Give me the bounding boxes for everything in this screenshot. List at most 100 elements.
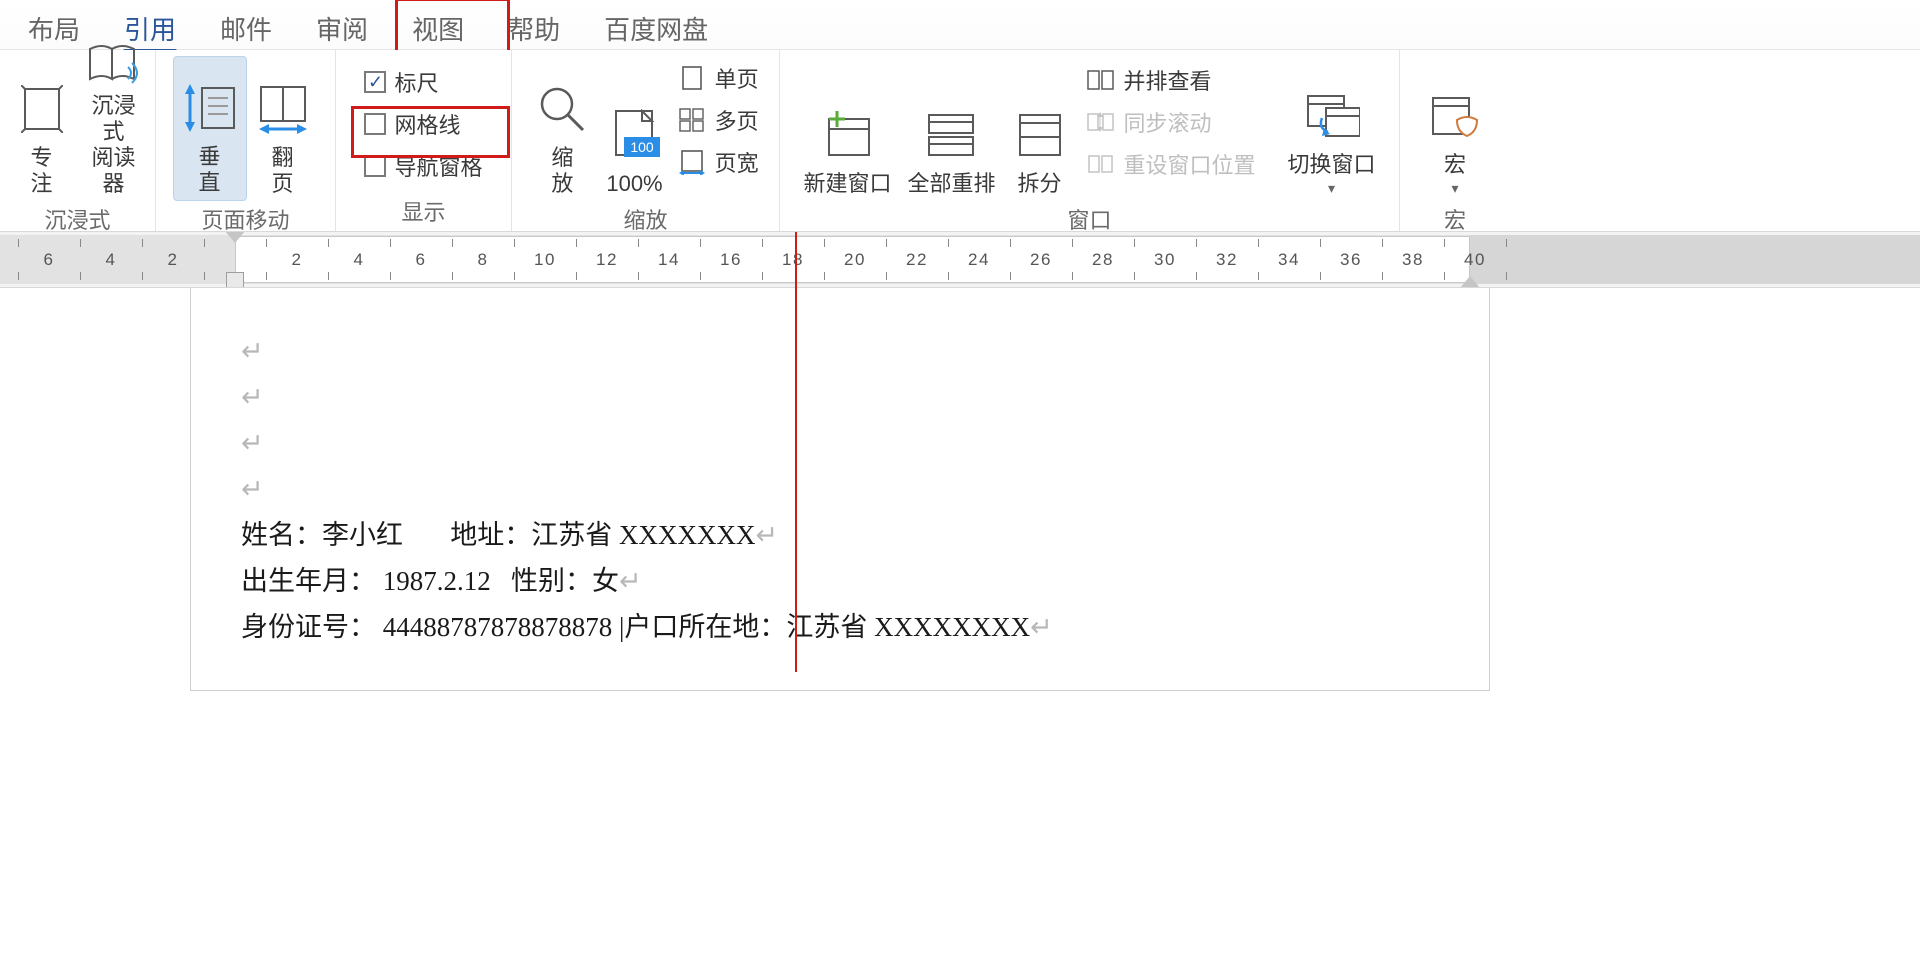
group-show: ✓ 标尺 网格线 导航窗格 显示 (336, 50, 512, 231)
page-width-button[interactable]: 页宽 (677, 146, 759, 178)
side-by-side-icon (1086, 67, 1116, 93)
flip-page-button[interactable]: 翻 页 (247, 56, 319, 201)
vertical-page-icon (182, 80, 238, 136)
immersive-reader-button[interactable]: 沉浸式 阅读器 (78, 56, 150, 201)
vertical-scroll-label: 垂 直 (198, 144, 220, 196)
reset-pos-icon (1086, 151, 1116, 177)
book-sound-icon (86, 41, 142, 85)
ruler-number: 6 (44, 250, 55, 270)
tab-help[interactable]: 帮助 (486, 0, 582, 55)
text-line[interactable]: 出生年月： 1987.2.12 性别：女↵ (241, 558, 1439, 604)
document-area: ↵↵↵↵姓名：李小红 地址：江苏省 XXXXXXX↵出生年月： 1987.2.1… (0, 288, 1920, 980)
multi-page-icon (677, 107, 707, 133)
ruler-number: 10 (534, 250, 556, 270)
group-immersive: 专 注 沉浸式 阅读器 沉浸式 (0, 50, 156, 231)
ruler-number: 4 (106, 250, 117, 270)
ruler-number: 30 (1154, 250, 1176, 270)
zoom-100-label: 100% (606, 171, 662, 197)
ruler-number: 16 (720, 250, 742, 270)
chevron-down-icon: ▾ (1451, 180, 1458, 197)
flip-page-icon (255, 81, 311, 137)
macros-button[interactable]: 宏 ▾ (1419, 56, 1491, 201)
focus-icon (14, 81, 70, 137)
document-page[interactable]: ↵↵↵↵姓名：李小红 地址：江苏省 XXXXXXX↵出生年月： 1987.2.1… (190, 288, 1490, 691)
vertical-scroll-button[interactable]: 垂 直 (173, 56, 247, 201)
ruler-number: 14 (658, 250, 680, 270)
page-width-icon (677, 149, 707, 175)
magnifier-icon (534, 81, 590, 137)
new-window-icon (819, 107, 875, 163)
text-line[interactable]: 身份证号： 44488787878878878 |户口所在地：江苏省 XXXXX… (241, 604, 1439, 650)
ribbon-tab-bar: 布局 引用 邮件 审阅 视图 帮助 百度网盘 (0, 0, 1920, 50)
split-icon (1012, 107, 1068, 163)
sync-scroll-label: 同步滚动 (1124, 106, 1212, 138)
ruler-number: 36 (1340, 250, 1362, 270)
text-line[interactable]: ↵ (241, 420, 1439, 466)
tab-baidu-netdisk[interactable]: 百度网盘 (582, 0, 730, 55)
gridlines-checkbox[interactable]: 网格线 (364, 108, 482, 140)
sync-scroll-button: 同步滚动 (1086, 106, 1256, 138)
side-by-side-button[interactable]: 并排查看 (1086, 64, 1256, 96)
macros-icon (1427, 88, 1483, 144)
split-button[interactable]: 拆分 (1004, 56, 1076, 201)
svg-text:100: 100 (631, 139, 655, 155)
group-macros: 宏 ▾ 宏 (1400, 50, 1510, 231)
chevron-down-icon: ▾ (1328, 180, 1335, 197)
switch-windows-button[interactable]: 切换窗口 ▾ (1280, 56, 1384, 201)
ruler-number: 2 (292, 250, 303, 270)
sync-scroll-icon (1086, 109, 1116, 135)
reset-pos-label: 重设窗口位置 (1124, 148, 1256, 180)
zoom-button[interactable]: 缩 放 (526, 56, 598, 201)
split-label: 拆分 (1017, 171, 1061, 197)
flip-page-label: 翻 页 (271, 145, 293, 197)
switch-windows-icon (1304, 88, 1360, 144)
one-page-button[interactable]: 单页 (677, 62, 759, 94)
ruler-number: 32 (1216, 250, 1238, 270)
ruler-checkbox[interactable]: ✓ 标尺 (364, 66, 482, 98)
ruler-number: 34 (1278, 250, 1300, 270)
ruler-number: 4 (354, 250, 365, 270)
arrange-all-button[interactable]: 全部重排 (899, 56, 1003, 201)
zoom-100-icon: 100 (606, 107, 662, 163)
macros-label: 宏 (1444, 152, 1466, 178)
ruler-number: 40 (1464, 250, 1486, 270)
ruler-number: 26 (1030, 250, 1052, 270)
text-line[interactable]: ↵ (241, 466, 1439, 512)
ruler-number: 28 (1092, 250, 1114, 270)
ruler-number: 12 (596, 250, 618, 270)
hanging-indent-marker[interactable] (226, 272, 244, 288)
tab-review[interactable]: 审阅 (294, 0, 390, 55)
zoom-label: 缩 放 (551, 145, 573, 197)
ruler-ticks: 642246810121416182022242628303234363840 (0, 232, 1920, 287)
ruler-number: 6 (416, 250, 427, 270)
horizontal-ruler[interactable]: 642246810121416182022242628303234363840 (0, 232, 1920, 288)
nav-pane-checkbox[interactable]: 导航窗格 (364, 150, 482, 182)
multi-page-button[interactable]: 多页 (677, 104, 759, 136)
ruler-number: 20 (844, 250, 866, 270)
text-line[interactable]: ↵ (241, 374, 1439, 420)
new-window-button[interactable]: 新建窗口 (795, 56, 899, 201)
one-page-icon (677, 65, 707, 91)
text-line[interactable]: 姓名：李小红 地址：江苏省 XXXXXXX↵ (241, 512, 1439, 558)
tab-view[interactable]: 视图 (390, 0, 486, 55)
right-indent-marker[interactable] (1460, 276, 1480, 288)
ruler-number: 38 (1402, 250, 1424, 270)
nav-pane-checkbox-label: 导航窗格 (394, 150, 482, 182)
zoom-100-button[interactable]: 100 100% (598, 56, 670, 201)
new-window-label: 新建窗口 (803, 171, 891, 197)
focus-mode-button[interactable]: 专 注 (6, 56, 78, 201)
checkbox-icon: ✓ (364, 71, 386, 93)
group-zoom: 缩 放 100 100% 单页 多页 (512, 50, 780, 231)
group-show-label: 显示 (344, 193, 503, 229)
tab-mailings[interactable]: 邮件 (198, 0, 294, 55)
immersive-reader-label: 沉浸式 阅读器 (86, 93, 142, 197)
group-page-move: 垂 直 翻 页 页面移动 (156, 50, 336, 231)
multi-page-label: 多页 (715, 104, 759, 136)
ruler-number: 18 (782, 250, 804, 270)
ruler-number: 24 (968, 250, 990, 270)
reset-window-pos-button: 重设窗口位置 (1086, 148, 1256, 180)
text-line[interactable]: ↵ (241, 328, 1439, 374)
gridlines-checkbox-label: 网格线 (394, 108, 460, 140)
first-line-indent-marker[interactable] (225, 232, 245, 243)
document-body[interactable]: ↵↵↵↵姓名：李小红 地址：江苏省 XXXXXXX↵出生年月： 1987.2.1… (241, 328, 1439, 650)
